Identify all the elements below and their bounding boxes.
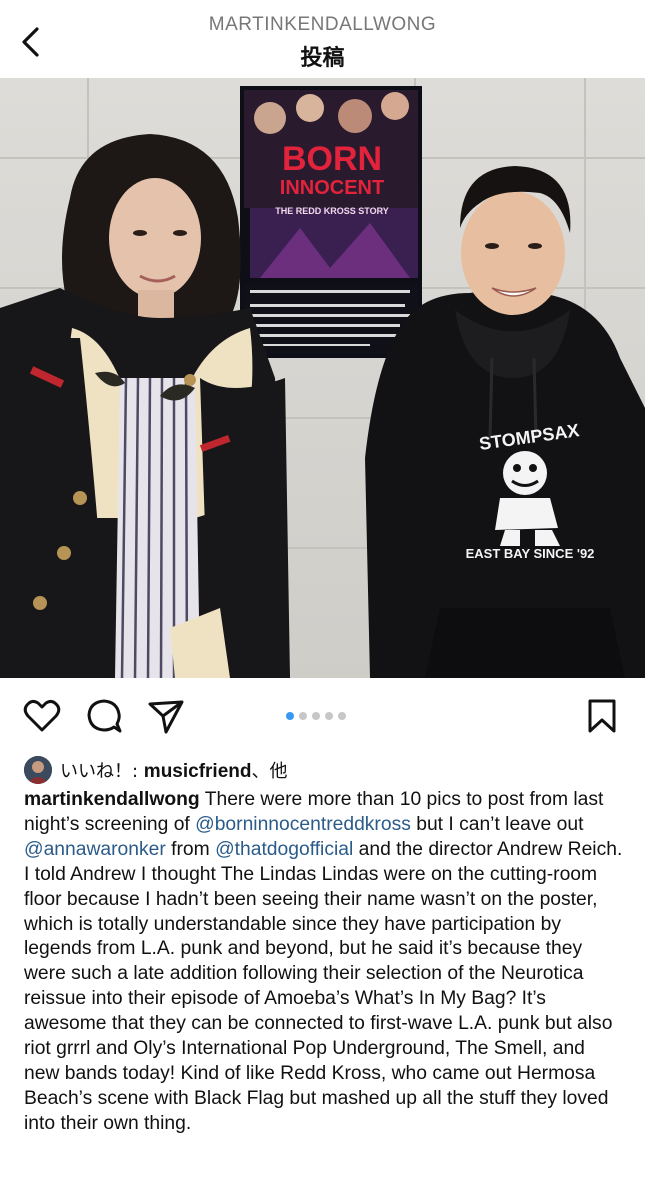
header-title: 投稿 [300,46,345,71]
caption-text: but I can’t leave out [410,813,584,835]
comment-icon[interactable] [84,696,124,736]
post-caption: martinkendallwong There were more than 1… [24,788,624,1137]
caption-text: from [165,838,216,860]
carousel-indicator [286,707,351,720]
carousel-dot [325,712,333,720]
likes-suffix: 、他 [251,761,288,782]
carousel-dot [312,712,320,720]
movie-poster: BORN INNOCENT THE REDD KROSS STORY [240,86,422,358]
likes-prefix: いいね！: [60,761,144,782]
liker-avatar[interactable] [24,756,52,784]
heart-icon[interactable] [22,696,62,736]
carousel-dot [299,712,307,720]
likes-row[interactable]: いいね！: musicfriend、他 [24,755,288,785]
carousel-dot [286,712,294,720]
hoodie-tagline: EAST BAY SINCE '92 [466,546,595,561]
caption-username[interactable]: martinkendallwong [24,789,200,810]
poster-subtitle: THE REDD KROSS STORY [275,206,389,216]
bookmark-icon[interactable] [582,696,622,736]
share-icon[interactable] [146,696,186,736]
mention-link[interactable]: @annawaronker [24,839,166,860]
carousel-dot [338,712,346,720]
photo-illustration: BORN INNOCENT THE REDD KROSS STORY STOMP… [0,78,645,678]
top-bar: MARTINKENDALLWONG 投稿 [0,0,645,78]
poster-title-2: INNOCENT [280,177,384,199]
caption-text: and the director Andrew Reich. I told An… [24,838,623,1134]
likes-user[interactable]: musicfriend [144,761,252,782]
header-username: MARTINKENDALLWONG [208,14,437,35]
mention-link[interactable]: @borninnocentreddkross [195,814,411,835]
likes-text: いいね！: musicfriend、他 [60,757,288,783]
mention-link[interactable]: @thatdogofficial [215,839,353,860]
post-photo[interactable]: BORN INNOCENT THE REDD KROSS STORY STOMP… [0,78,645,678]
poster-title-1: BORN [282,140,382,178]
